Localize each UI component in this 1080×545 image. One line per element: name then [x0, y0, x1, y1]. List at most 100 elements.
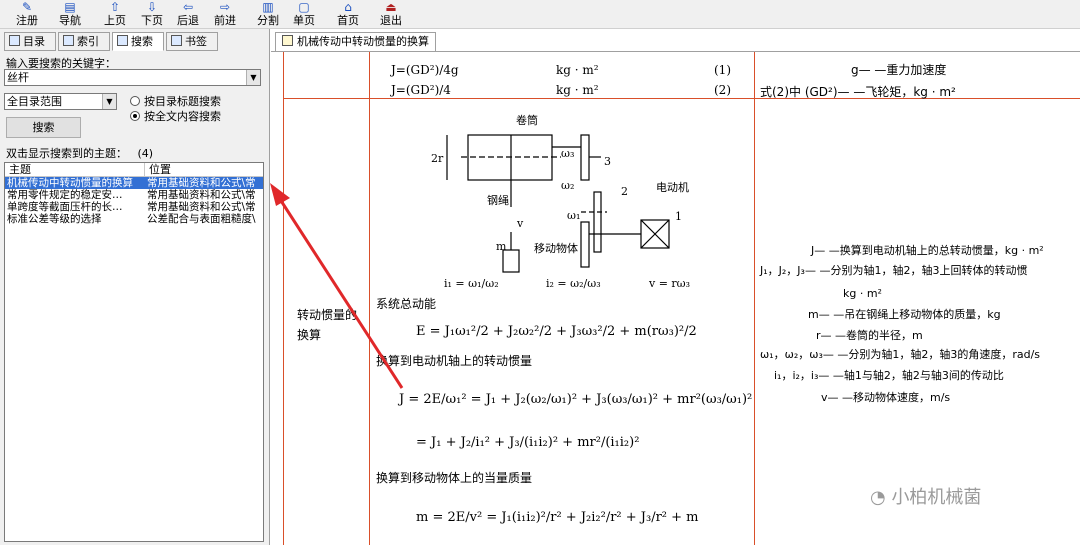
column-topic[interactable]: 主题: [5, 163, 145, 177]
label-drum: 卷筒: [516, 114, 538, 127]
motor-inertia-title: 换算到电动机轴上的转动惯量: [376, 354, 533, 368]
kinetic-energy-equation: E = J₁ω₁²/2 + J₂ω₂²/2 + J₃ω₃²/2 + m(rω₃)…: [416, 324, 697, 339]
contents-icon: [9, 35, 20, 46]
home-button[interactable]: ⌂ 首页: [333, 0, 363, 29]
keyword-input[interactable]: 丝杆 ▼: [4, 69, 261, 86]
label-v: v: [517, 217, 524, 230]
gear-1: [580, 221, 590, 268]
column-location[interactable]: 位置: [145, 163, 171, 176]
radio-icon: [130, 96, 140, 106]
single-page-icon: ▢: [298, 0, 310, 14]
chevron-down-icon[interactable]: ▼: [246, 70, 260, 85]
arrow-up-icon: ⇧: [109, 0, 121, 14]
gear-2: [593, 191, 602, 253]
results-list: 主题 位置 机械传动中转动惯量的换算 常用基础资料和公式\常 常用零件规定的稳定安…: [4, 162, 264, 542]
tab-search[interactable]: 搜索: [112, 32, 164, 51]
forward-button[interactable]: ⇨ 前进: [210, 0, 240, 29]
gear-3: [580, 134, 590, 181]
label-n2: 2: [621, 185, 628, 198]
note-flywheel: 式(2)中 (GD²)— —飞轮矩，kg · m²: [760, 85, 956, 99]
result-row[interactable]: 常用零件规定的稳定安… 常用基础资料和公式\常: [5, 189, 263, 201]
legend-line: m— —吊在钢绳上移动物体的质量，kg: [808, 308, 1001, 321]
equivalent-mass-equation: m = 2E/v² = J₁(i₁i₂)²/r² + J₂i₂²/r² + J₃…: [416, 510, 699, 525]
split-icon: ▥: [262, 0, 274, 14]
home-icon: ⌂: [344, 0, 352, 14]
range-select[interactable]: 全目录范围 ▼: [4, 93, 117, 110]
document-view: J=(GD²)/4g kg · m² (1) J=(GD²)/4 kg · m²…: [271, 51, 1080, 545]
results-header: 主题 位置: [5, 163, 263, 177]
ratio-i1: i₁ = ω₁/ω₂: [444, 277, 499, 290]
label-2r: 2r: [431, 152, 444, 165]
back-button[interactable]: ⇦ 后退: [173, 0, 203, 29]
exit-button[interactable]: ⏏ 退出: [376, 0, 406, 29]
equation-1-unit: kg · m²: [556, 63, 599, 77]
legend-line: ω₁，ω₂，ω₃— —分别为轴1，轴2，轴3的角速度，rad/s: [760, 348, 1041, 361]
tab-index[interactable]: 索引: [58, 32, 110, 51]
label-omega1: ω₁: [567, 209, 581, 222]
equation-2-unit: kg · m²: [556, 83, 599, 97]
label-n3: 3: [604, 155, 611, 168]
label-n1: 1: [675, 210, 682, 223]
tab-contents[interactable]: 目录: [4, 32, 56, 51]
legend-line: i₁，i₂，i₃— —轴1与轴2，轴2与轴3间的传动比: [774, 369, 1004, 382]
table-line: [754, 52, 755, 545]
ratio-v: v = rω₃: [649, 277, 691, 290]
register-button[interactable]: ✎ 注册: [12, 0, 42, 29]
label-rope: 钢绳: [487, 194, 509, 207]
document-icon: [282, 35, 293, 46]
radio-fulltext-search[interactable]: 按全文内容搜索: [130, 108, 221, 124]
equation-1-number: (1): [714, 63, 731, 77]
doc-tab[interactable]: 机械传动中转动惯量的换算: [275, 32, 436, 51]
label-omega3: ω₃: [561, 147, 575, 160]
row-label: 转动惯量的换算: [297, 308, 358, 342]
search-icon: [117, 35, 128, 46]
label-m: m: [496, 240, 507, 253]
register-icon: ✎: [21, 0, 33, 14]
result-row[interactable]: 标准公差等级的选择 公差配合与表面粗糙度\: [5, 213, 263, 225]
motor-inertia-equation: J = 2E/ω₁² = J₁ + J₂(ω₂/ω₁)² + J₃(ω₃/ω₁)…: [399, 392, 753, 407]
split-button[interactable]: ▥ 分割: [253, 0, 283, 29]
chevron-down-icon[interactable]: ▼: [102, 94, 116, 109]
equation-2-number: (2): [714, 83, 731, 97]
legend-line: J₁，J₂，J₃— —分别为轴1，轴2，轴3上回转体的转动惯: [760, 264, 1028, 277]
table-line: [283, 52, 284, 545]
label-motor: 电动机: [656, 181, 689, 194]
table-line: [283, 98, 1080, 99]
prev-page-button[interactable]: ⇧ 上页: [100, 0, 130, 29]
exit-icon: ⏏: [385, 0, 397, 14]
moving-object-box: [502, 249, 520, 273]
label-moving-object: 移动物体: [534, 242, 578, 255]
index-icon: [63, 35, 74, 46]
legend-line: kg · m²: [843, 287, 882, 300]
legend-line: v— —移动物体速度，m/s: [821, 391, 951, 404]
table-line: [369, 52, 370, 545]
result-count: 双击显示搜索到的主题： (4): [6, 147, 154, 160]
result-row[interactable]: 机械传动中转动惯量的换算 常用基础资料和公式\常: [5, 177, 263, 189]
legend-line: J— —换算到电动机轴上的总转动惯量，kg · m²: [811, 244, 1044, 257]
single-page-button[interactable]: ▢ 单页: [289, 0, 319, 29]
equation-1: J=(GD²)/4g: [391, 63, 459, 77]
equation-2: J=(GD²)/4: [391, 83, 451, 97]
search-button[interactable]: 搜索: [6, 117, 81, 138]
radio-checked-icon: [130, 111, 140, 121]
kinetic-energy-title: 系统总动能: [376, 297, 437, 311]
motor-inertia-equation-2: = J₁ + J₂/i₁² + J₃/(i₁i₂)² + mr²/(i₁i₂)²: [416, 435, 640, 450]
label-omega2: ω₂: [561, 179, 575, 192]
next-page-button[interactable]: ⇩ 下页: [137, 0, 167, 29]
radio-title-search[interactable]: 按目录标题搜索: [130, 93, 221, 109]
note-gravity: g— —重力加速度: [851, 63, 947, 77]
result-row[interactable]: 单跨度等截面压杆的长… 常用基础资料和公式\常: [5, 201, 263, 213]
toolbar: ✎ 注册 ▤ 导航 ⇧ 上页 ⇩ 下页 ⇦ 后退 ⇨ 前进 ▥ 分割 ▢ 单页 ⌂ 首页 ⏏ 退出: [0, 0, 1080, 29]
arrow-down-icon: ⇩: [146, 0, 158, 14]
equivalent-mass-title: 换算到移动物体上的当量质量: [376, 471, 533, 485]
ratio-i2: i₂ = ω₂/ω₃: [546, 277, 601, 290]
arrow-right-icon: ⇨: [219, 0, 231, 14]
arrow-left-icon: ⇦: [182, 0, 194, 14]
navigate-button[interactable]: ▤ 导航: [55, 0, 85, 29]
legend-line: r— —卷筒的半径，m: [816, 329, 923, 342]
search-panel: 目录 索引 搜索 书签 输入要搜索的关键字： 丝杆 ▼ 全目录范围 ▼ 按目录标…: [0, 29, 270, 545]
watermark: ◔ 小柏机械菌: [870, 487, 982, 508]
bookmark-icon: [171, 35, 182, 46]
tab-bookmarks[interactable]: 书签: [166, 32, 218, 51]
navigate-icon: ▤: [64, 0, 76, 14]
